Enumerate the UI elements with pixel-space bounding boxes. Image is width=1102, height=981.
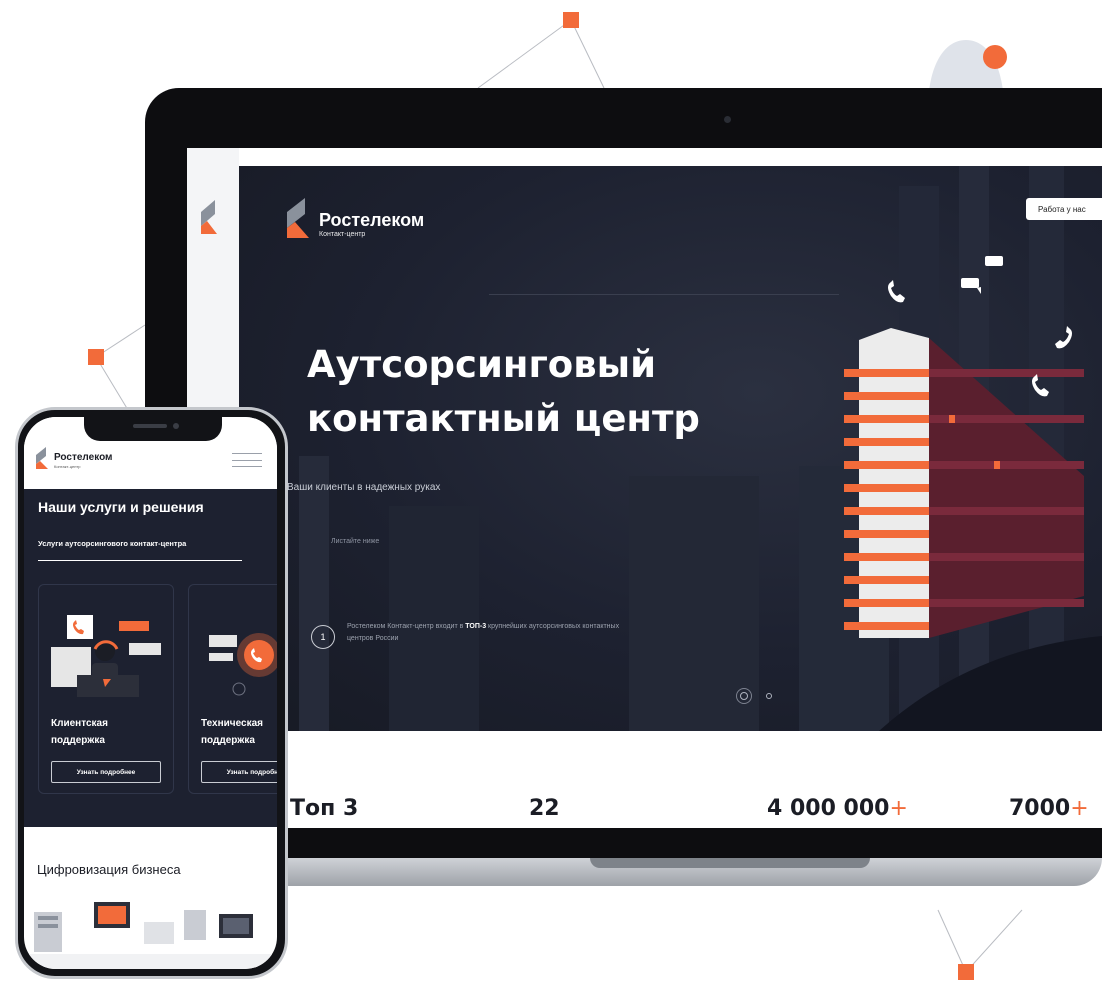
laptop-screen: Ростелеком Контакт-центр Работа у нас Ау… bbox=[187, 148, 1102, 828]
stat-value: 4 000 000 bbox=[767, 796, 890, 821]
slider-dot-active[interactable] bbox=[736, 688, 752, 704]
laptop-bezel bbox=[145, 828, 1102, 858]
mobile-brand-text: Ростелеком Контакт-центр bbox=[54, 447, 112, 470]
support-illustration bbox=[51, 615, 161, 697]
stat-value: 7000 bbox=[1009, 796, 1071, 821]
stat-plus: + bbox=[889, 796, 908, 821]
slider-dot[interactable] bbox=[766, 693, 772, 699]
stat-plus: + bbox=[1070, 796, 1089, 821]
mobile-brand-name: Ростелеком bbox=[54, 452, 113, 463]
learn-more-button[interactable]: Узнать подробнее bbox=[51, 761, 161, 783]
laptop-notch bbox=[590, 858, 870, 868]
stat-item: Топ 3 bbox=[290, 796, 358, 821]
job-button[interactable]: Работа у нас bbox=[1026, 198, 1102, 220]
service-card-title: Клиентская поддержка bbox=[51, 715, 171, 749]
digital-illustration bbox=[24, 902, 277, 969]
brand-text: Ростелеком Контакт-центр bbox=[319, 198, 424, 239]
laptop-camera bbox=[724, 116, 731, 123]
logo-icon bbox=[36, 447, 48, 469]
services-section: Наши услуги и решения Услуги аутсорсинго… bbox=[24, 489, 277, 827]
brand-subtitle: Контакт-центр bbox=[319, 231, 366, 238]
phone-screen: Ростелеком Контакт-центр Наши услуги и р… bbox=[24, 417, 277, 969]
decor-node bbox=[958, 964, 974, 980]
stat-item: 7000+ bbox=[1009, 796, 1089, 821]
building-illustration bbox=[844, 328, 1084, 638]
phone-camera bbox=[173, 423, 179, 429]
service-card[interactable]: Клиентская поддержка Узнать подробнее bbox=[38, 584, 174, 794]
fact-text-part: Ростелеком Контакт-центр входит в bbox=[347, 623, 466, 630]
mobile-brand-logo[interactable]: Ростелеком Контакт-центр bbox=[36, 447, 112, 470]
stat-value: Топ 3 bbox=[290, 796, 359, 821]
stat-value: 22 bbox=[529, 796, 560, 821]
service-card[interactable]: Техническая поддержка Узнать подробнее bbox=[188, 584, 277, 794]
hero-title-line: контактный центр bbox=[307, 397, 700, 440]
hero-illustration bbox=[299, 166, 1102, 731]
fact-number-badge: 1 bbox=[311, 625, 335, 649]
logo-icon bbox=[201, 200, 217, 234]
logo-icon bbox=[287, 198, 309, 238]
fact-text: Ростелеком Контакт-центр входит в ТОП-3 … bbox=[347, 621, 637, 645]
service-card-title-line: Техническая bbox=[201, 718, 263, 729]
stat-item: 22 bbox=[529, 796, 560, 821]
brand-logo[interactable]: Ростелеком Контакт-центр bbox=[287, 198, 424, 239]
tab-outsourcing[interactable]: Услуги аутсорсингового контакт-центра bbox=[38, 539, 242, 561]
phone-notch bbox=[84, 417, 222, 441]
menu-icon[interactable] bbox=[232, 453, 262, 467]
service-card-title-line: Клиентская bbox=[51, 718, 108, 729]
service-card-title: Техническая поддержка bbox=[201, 715, 277, 749]
services-title: Наши услуги и решения bbox=[38, 499, 204, 515]
slider-pagination bbox=[736, 688, 772, 704]
phone-speaker bbox=[133, 424, 167, 428]
learn-more-button[interactable]: Узнать подробнее bbox=[201, 761, 277, 783]
digital-title: Цифровизация бизнеса bbox=[37, 862, 181, 877]
decor-node bbox=[88, 349, 104, 365]
service-card-title-line: поддержка bbox=[201, 735, 255, 746]
decor-node bbox=[563, 12, 579, 28]
stat-item: 4 000 000+ bbox=[767, 796, 908, 821]
tech-support-illustration bbox=[209, 633, 277, 696]
hero-title: Аутсорсинговый контактный центр bbox=[307, 338, 700, 446]
mobile-brand-subtitle: Контакт-центр bbox=[54, 464, 81, 469]
fact-text-bold: ТОП-3 bbox=[465, 623, 487, 630]
scroll-hint[interactable]: Листайте ниже bbox=[331, 538, 379, 545]
hero-banner: Ростелеком Контакт-центр Работа у нас Ау… bbox=[239, 166, 1102, 731]
service-card-title-line: поддержка bbox=[51, 735, 105, 746]
hero-subtitle: Ваши клиенты в надежных руках bbox=[287, 482, 441, 493]
hero-title-line: Аутсорсинговый bbox=[307, 343, 657, 386]
brand-name: Ростелеком bbox=[319, 210, 425, 230]
